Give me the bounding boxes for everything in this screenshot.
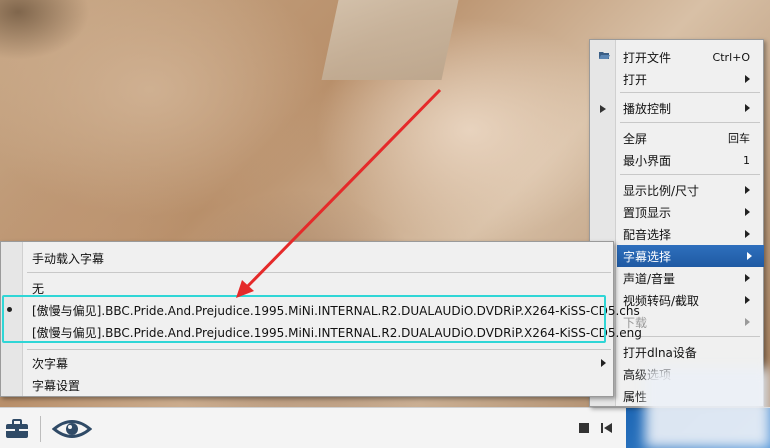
- menu-item-open-file[interactable]: 打开文件 Ctrl+O: [617, 46, 762, 68]
- video-detail: [321, 0, 459, 80]
- menu-item-label: 显示比例/尺寸: [623, 183, 700, 198]
- menu-item-subtitle-select[interactable]: 字幕选择: [617, 245, 764, 267]
- menu-divider: [27, 349, 611, 350]
- submenu-item-subtitle-settings[interactable]: 字幕设置: [24, 374, 612, 396]
- menu-item-open[interactable]: 打开: [617, 68, 762, 90]
- menu-item-label: 手动载入字幕: [32, 251, 105, 266]
- menu-item-channel-volume[interactable]: 声道/音量: [617, 267, 762, 289]
- menu-item-label: 打开文件: [623, 50, 672, 65]
- submenu-arrow-icon: [747, 252, 752, 260]
- eye-icon[interactable]: [52, 418, 92, 440]
- menu-divider: [620, 122, 760, 123]
- menu-item-always-on-top[interactable]: 置顶显示: [617, 201, 762, 223]
- submenu-arrow-icon: [745, 208, 750, 216]
- blurred-overlay: [645, 368, 770, 448]
- menu-item-audio-track[interactable]: 配音选择: [617, 223, 762, 245]
- menu-item-mini-mode[interactable]: 最小界面 1: [617, 149, 762, 171]
- submenu-item-load-subtitle[interactable]: 手动载入字幕: [24, 247, 612, 269]
- menu-item-label: 次字幕: [32, 356, 69, 371]
- menu-item-label: 打开: [623, 72, 648, 87]
- control-separator: [40, 416, 41, 442]
- menu-divider: [620, 92, 760, 93]
- menu-item-fullscreen[interactable]: 全屏 回车: [617, 127, 762, 149]
- open-file-icon: [598, 49, 610, 63]
- submenu-arrow-icon: [745, 186, 750, 194]
- menu-item-shortcut: 回车: [728, 132, 750, 145]
- menu-item-label: 配音选择: [623, 227, 672, 242]
- submenu-arrow-icon: [745, 75, 750, 83]
- menu-item-playback-control[interactable]: 播放控制: [617, 97, 762, 119]
- menu-item-dlna[interactable]: 打开dlna设备: [617, 341, 762, 363]
- stop-icon[interactable]: [578, 422, 590, 434]
- submenu-arrow-icon: [745, 296, 750, 304]
- submenu-arrow-icon: [745, 104, 750, 112]
- menu-item-label: 无: [32, 281, 45, 296]
- menu-item-label: 字幕设置: [32, 378, 81, 393]
- menu-item-shortcut: 1: [743, 153, 750, 167]
- submenu-item-secondary-subtitle[interactable]: 次字幕: [24, 352, 612, 374]
- menu-item-label: 全屏: [623, 131, 648, 146]
- annotation-highlight-box: [2, 295, 606, 343]
- context-menu: 打开文件 Ctrl+O 打开 播放控制 全屏 回车 最小界面 1 显示比例/尺寸…: [589, 39, 764, 407]
- menu-divider: [27, 272, 611, 273]
- menu-item-aspect-ratio[interactable]: 显示比例/尺寸: [617, 179, 762, 201]
- menu-item-label: 播放控制: [623, 101, 672, 116]
- previous-icon[interactable]: [600, 422, 614, 434]
- menu-item-label: 声道/音量: [623, 271, 676, 286]
- submenu-arrow-icon: [745, 230, 750, 238]
- menu-divider: [620, 174, 760, 175]
- menu-item-label: 属性: [623, 389, 648, 404]
- menu-item-label: 置顶显示: [623, 205, 672, 220]
- submenu-arrow-icon: [601, 359, 606, 367]
- play-control-arrow-icon: [600, 102, 606, 116]
- toolbox-icon[interactable]: [4, 418, 30, 440]
- menu-item-label: 字幕选择: [623, 249, 672, 264]
- submenu-arrow-icon: [745, 318, 750, 326]
- menu-item-label: 打开dlna设备: [623, 345, 697, 360]
- video-shadow: [0, 0, 90, 60]
- submenu-arrow-icon: [745, 274, 750, 282]
- menu-item-shortcut: Ctrl+O: [712, 50, 750, 64]
- menu-item-label: 最小界面: [623, 153, 672, 168]
